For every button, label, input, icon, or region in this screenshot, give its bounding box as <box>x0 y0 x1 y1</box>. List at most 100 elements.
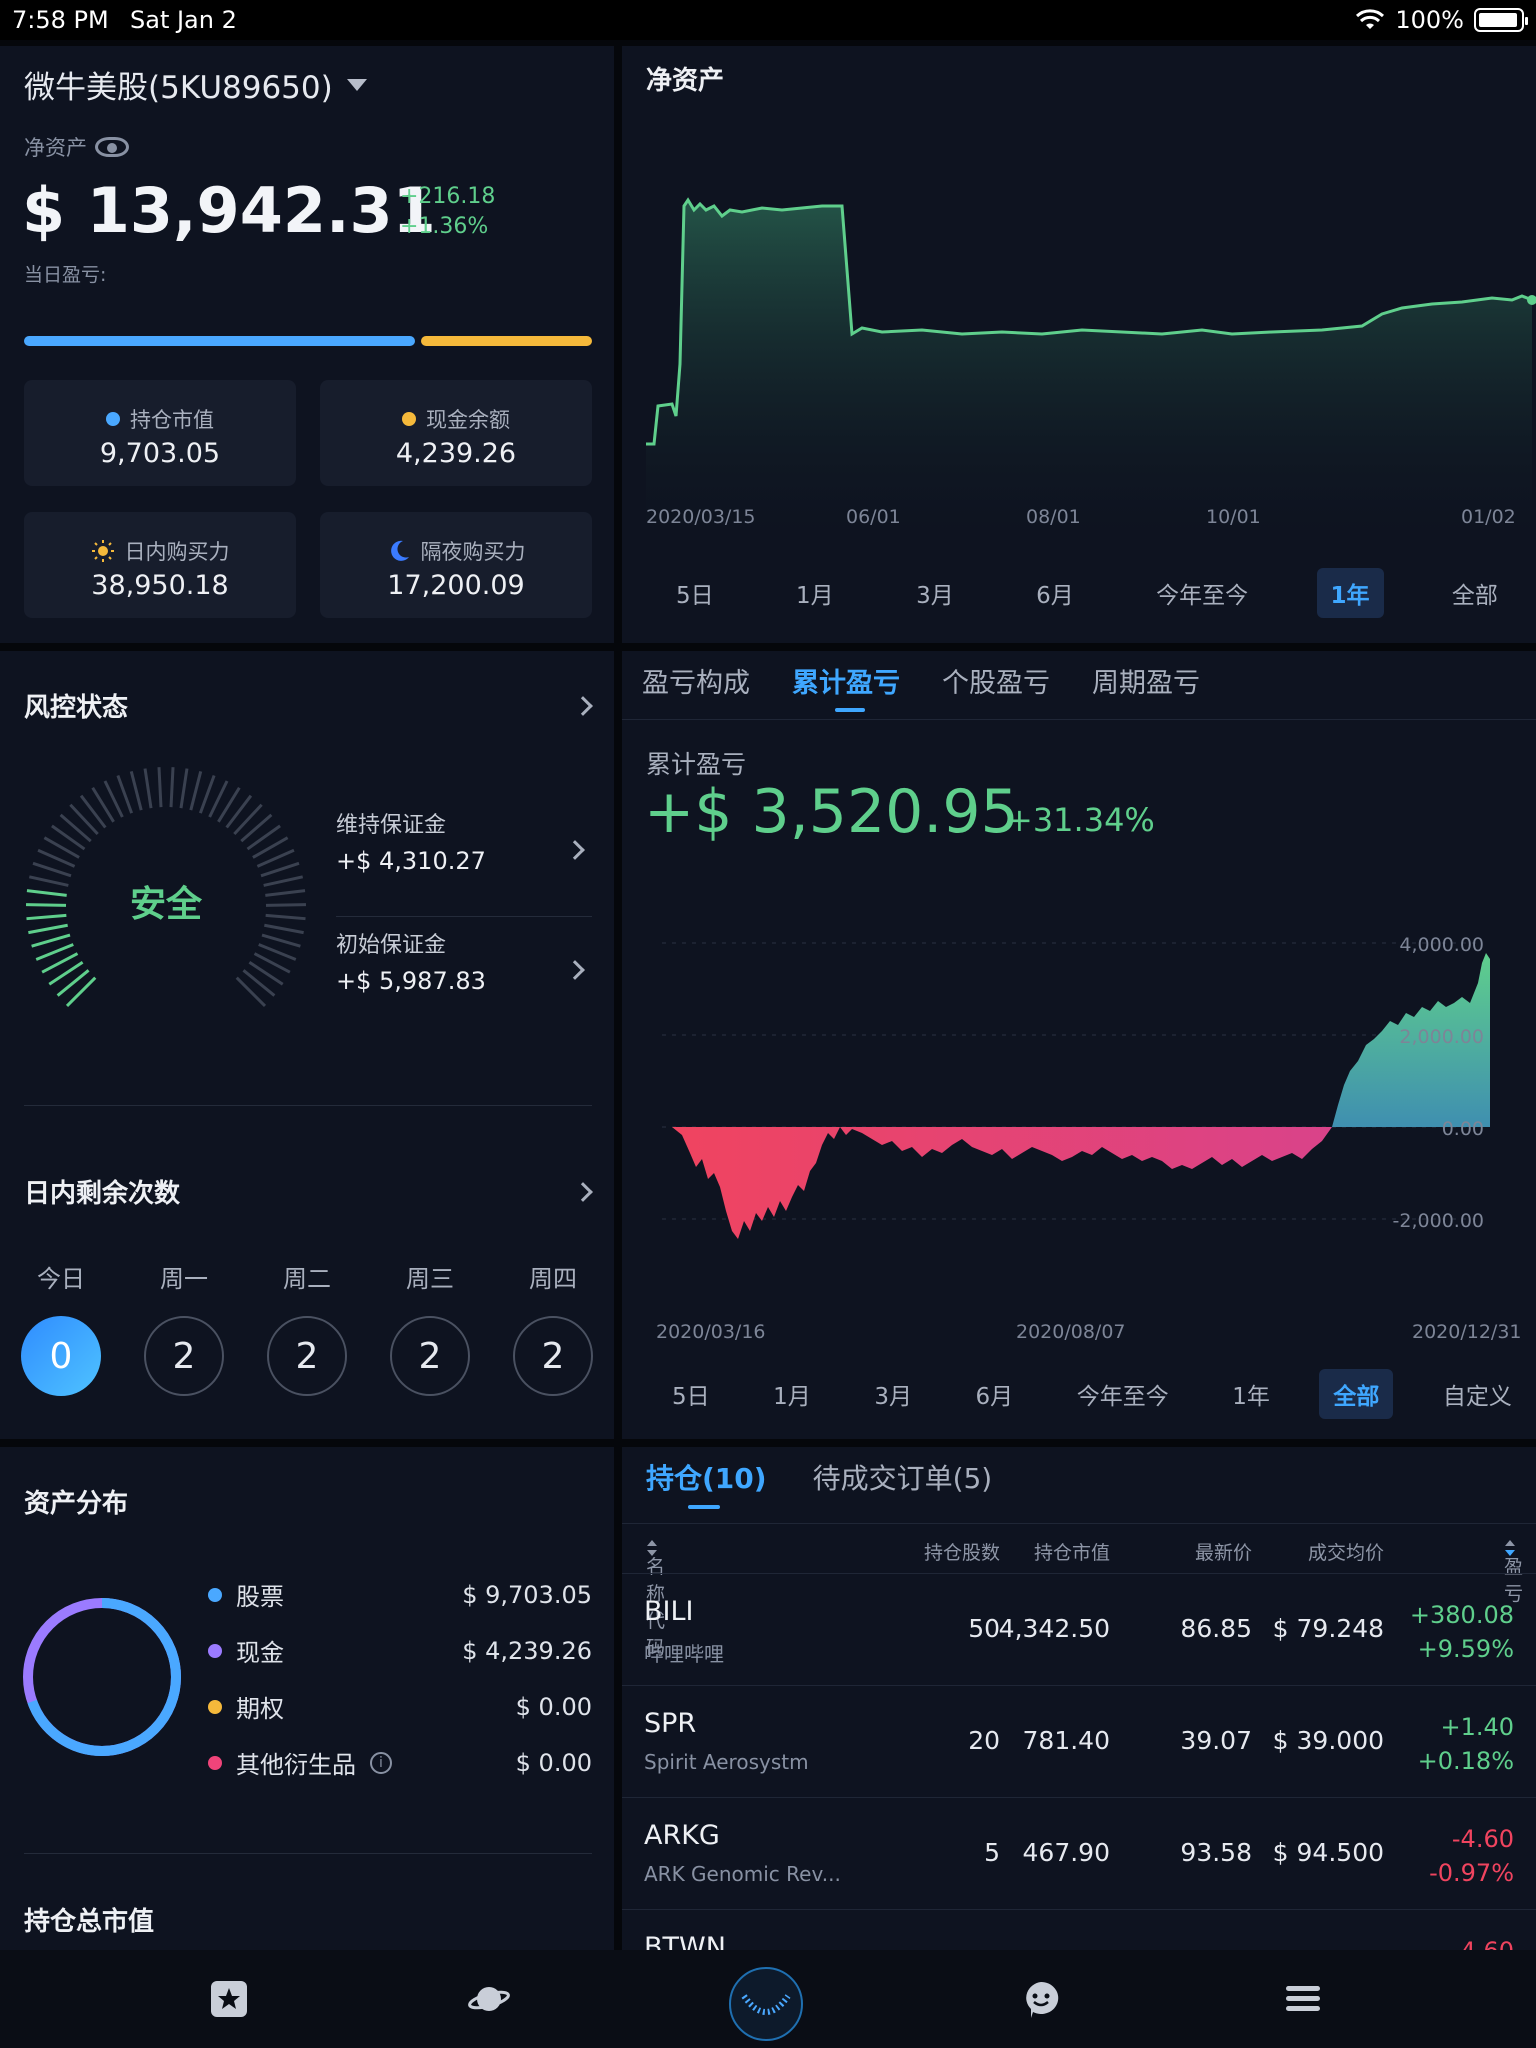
pink-dot-icon <box>208 1755 222 1770</box>
card-position-value[interactable]: 持仓市值 9,703.05 <box>24 380 296 486</box>
account-name: 微牛美股(5KU89650) <box>24 70 333 106</box>
row-avg: $ 94.500 <box>1272 1838 1384 1867</box>
day-label: 今日 <box>37 1265 85 1293</box>
row-symbol: BILI <box>644 1596 694 1627</box>
maintenance-margin-row[interactable]: 维持保证金 +$ 4,310.27 <box>336 807 592 917</box>
range-3m[interactable]: 3月 <box>860 1369 926 1419</box>
tab-stock-pnl[interactable]: 个股盈亏 <box>942 661 1050 712</box>
asset-value: $ 9,703.05 <box>462 1580 592 1609</box>
day-trades-header[interactable]: 日内剩余次数 <box>24 1173 593 1210</box>
row-pnl-pct: -0.97% <box>1429 1859 1514 1887</box>
cumulative-pnl-chart[interactable]: 4,000.00 2,000.00 0.00 -2,000.00 <box>622 921 1536 1291</box>
range-all[interactable]: 全部 <box>1438 568 1512 618</box>
range-5d[interactable]: 5日 <box>658 1369 724 1419</box>
col-last-price[interactable]: 最新价 <box>1142 1538 1252 1565</box>
range-1m[interactable]: 1月 <box>782 568 848 618</box>
day-pnl-label: 当日盈亏: <box>24 264 107 286</box>
gauge-tick <box>179 768 189 809</box>
account-selector[interactable]: 微牛美股(5KU89650) <box>24 62 367 107</box>
col-avg-cost[interactable]: 成交均价 <box>1274 1538 1384 1565</box>
chat-icon[interactable] <box>1020 1978 1062 2020</box>
risk-panel: 风控状态 安全 维持保证金 +$ 4,310.27 初始保证金 +$ 5,987… <box>0 651 614 1439</box>
range-1y[interactable]: 1年 <box>1316 568 1384 618</box>
col-quantity[interactable]: 持仓股数 <box>900 1538 1000 1565</box>
day-count: 0 <box>21 1316 101 1396</box>
gauge-tick <box>26 889 67 897</box>
row-pnl: -4.60 <box>1452 1934 1514 1950</box>
tab-cumulative-pnl[interactable]: 累计盈亏 <box>792 661 900 712</box>
gauge-tick <box>265 903 307 907</box>
tab-pending-orders[interactable]: 待成交订单(5) <box>813 1457 993 1509</box>
table-row[interactable]: SPR Spirit Aerosystm 20 781.40 39.07 $ 3… <box>622 1685 1536 1797</box>
info-icon[interactable]: i <box>370 1751 392 1774</box>
range-6m[interactable]: 6月 <box>962 1369 1028 1419</box>
holdings-table-header: 名称代码 持仓股数 持仓市值 最新价 成交均价 盈亏 <box>622 1523 1536 1659</box>
row-last: 86.85 <box>1180 1614 1252 1643</box>
day-trades-title: 日内剩余次数 <box>24 1179 181 1209</box>
range-6m[interactable]: 6月 <box>1022 568 1088 618</box>
card-day-buying-power[interactable]: 日内购买力 38,950.18 <box>24 512 296 618</box>
initial-margin-row[interactable]: 初始保证金 +$ 5,987.83 <box>336 927 592 1027</box>
net-worth-chart-title: 净资产 <box>646 66 725 96</box>
card-cash-balance[interactable]: 现金余额 4,239.26 <box>320 380 592 486</box>
row-pnl-abs: -4.60 <box>1451 1825 1514 1853</box>
range-3m[interactable]: 3月 <box>902 568 968 618</box>
gauge-tick <box>189 771 203 811</box>
eye-icon[interactable] <box>95 137 129 157</box>
table-row[interactable]: BTWN -4.60 <box>622 1909 1536 1950</box>
range-1m[interactable]: 1月 <box>759 1369 825 1419</box>
card-overnight-buying-power[interactable]: 隔夜购买力 17,200.09 <box>320 512 592 618</box>
table-row[interactable]: ARKG ARK Genomic Rev... 5 467.90 93.58 $… <box>622 1797 1536 1909</box>
card-label: 日内购买力 <box>124 540 230 564</box>
day-trade-today: 今日 0 <box>21 1259 101 1396</box>
star-icon[interactable] <box>208 1978 250 2020</box>
gauge-tick <box>28 875 69 887</box>
day-label: 周三 <box>406 1265 454 1293</box>
range-all[interactable]: 全部 <box>1319 1369 1394 1419</box>
card-value: 9,703.05 <box>99 438 221 469</box>
tab-pnl-composition[interactable]: 盈亏构成 <box>642 661 750 712</box>
gauge-tick <box>240 813 273 843</box>
battery-icon <box>1474 8 1528 32</box>
divider <box>622 719 1536 720</box>
row-name: Spirit Aerosystm <box>644 1750 809 1774</box>
webull-logo-icon[interactable] <box>728 1966 804 2042</box>
menu-icon[interactable] <box>1282 1978 1324 2020</box>
tab-positions[interactable]: 持仓(10) <box>646 1457 767 1509</box>
asset-label: 股票 <box>236 1583 284 1611</box>
row-last: 39.07 <box>1180 1726 1252 1755</box>
gauge-tick <box>143 768 153 809</box>
row-mv: 781.40 <box>1022 1726 1110 1755</box>
range-custom[interactable]: 自定义 <box>1429 1369 1526 1419</box>
range-ytd[interactable]: 今年至今 <box>1142 568 1262 618</box>
planet-icon[interactable] <box>468 1978 510 2020</box>
net-worth-label: 净资产 <box>24 136 87 160</box>
range-5d[interactable]: 5日 <box>662 568 728 618</box>
gauge-tick <box>31 933 71 948</box>
day-label: 周一 <box>160 1265 208 1293</box>
range-ytd[interactable]: 今年至今 <box>1063 1369 1183 1419</box>
row-symbol: BTWN <box>644 1932 726 1950</box>
range-1y[interactable]: 1年 <box>1218 1369 1284 1419</box>
status-date: Sat Jan 2 <box>130 6 237 34</box>
row-last: 93.58 <box>1180 1838 1252 1867</box>
col-pnl[interactable]: 盈亏 <box>1504 1538 1523 1605</box>
risk-status: 安全 <box>130 884 203 925</box>
blue-dot-icon <box>208 1587 222 1602</box>
gauge-tick <box>59 813 92 843</box>
row-avg: $ 79.248 <box>1272 1614 1384 1643</box>
risk-header[interactable]: 风控状态 <box>24 687 593 724</box>
initial-margin-label: 初始保证金 <box>336 933 447 958</box>
pnl-panel: 盈亏构成 累计盈亏 个股盈亏 周期盈亏 累计盈亏 +$ 3,520.95 +31… <box>622 651 1536 1439</box>
total-position-value-title: 持仓总市值 <box>24 1907 155 1937</box>
col-market-value[interactable]: 持仓市值 <box>1010 1538 1110 1565</box>
gauge-tick <box>69 803 99 835</box>
chevron-right-icon <box>573 1181 593 1202</box>
col-name-code[interactable]: 名称代码 <box>646 1538 665 1659</box>
row-pnl-pct: +9.59% <box>1417 1635 1514 1663</box>
battery-percent: 100% <box>1395 6 1464 34</box>
tab-period-pnl[interactable]: 周期盈亏 <box>1092 661 1200 712</box>
net-worth-chart[interactable] <box>622 106 1536 546</box>
table-row[interactable]: BILI 哔哩哔哩 50 4,342.50 86.85 $ 79.248 +38… <box>622 1573 1536 1685</box>
pnl-range-tabs: 5日 1月 3月 6月 今年至今 1年 全部 自定义 <box>658 1369 1526 1419</box>
